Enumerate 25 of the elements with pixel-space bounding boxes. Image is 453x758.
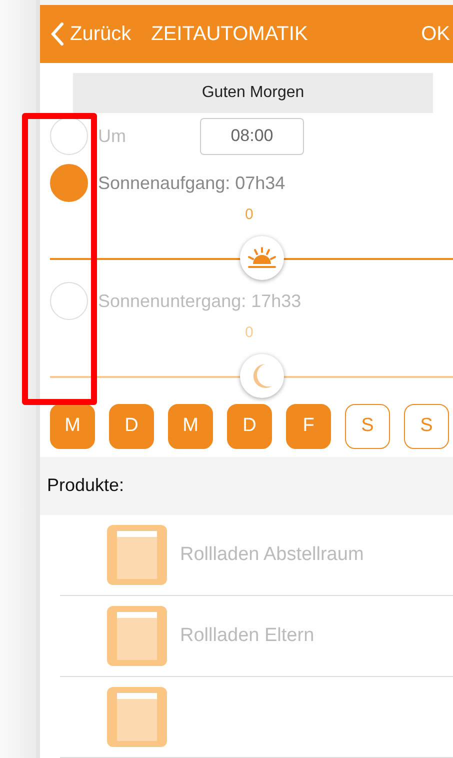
ok-button[interactable]: OK bbox=[421, 22, 450, 46]
slider-thumb[interactable] bbox=[240, 236, 284, 280]
back-button[interactable]: Zurück bbox=[50, 22, 132, 46]
offset-value: 0 bbox=[245, 206, 254, 224]
weekday-toggle[interactable]: S bbox=[345, 404, 390, 449]
option-label: Um bbox=[98, 125, 127, 148]
weekday-toggle[interactable]: S bbox=[404, 404, 449, 449]
preset-button[interactable]: Guten Morgen bbox=[73, 73, 433, 113]
weekday-toggle[interactable]: M bbox=[50, 404, 95, 449]
section-title: Produkte: bbox=[47, 475, 124, 496]
weekday-toggle[interactable]: M bbox=[168, 404, 213, 449]
offset-value: 0 bbox=[245, 324, 254, 342]
sunrise-icon bbox=[246, 247, 276, 270]
slider-thumb[interactable] bbox=[240, 354, 284, 398]
chevron-left-icon bbox=[50, 22, 64, 46]
radio-button[interactable] bbox=[50, 164, 88, 202]
shutter-icon bbox=[107, 686, 167, 747]
time-field[interactable]: 08:00 bbox=[200, 118, 304, 155]
screen-title: ZEITAUTOMATIK bbox=[151, 22, 308, 46]
crescent-moon-icon bbox=[250, 363, 272, 390]
weekday-toggle[interactable]: D bbox=[227, 404, 272, 449]
weekday-toggle[interactable]: F bbox=[286, 404, 331, 449]
weekday-toggle[interactable]: D bbox=[109, 404, 154, 449]
option-label: Sonnenuntergang: 17h33 bbox=[98, 290, 302, 314]
option-label: Sonnenaufgang: 07h34 bbox=[98, 172, 286, 195]
